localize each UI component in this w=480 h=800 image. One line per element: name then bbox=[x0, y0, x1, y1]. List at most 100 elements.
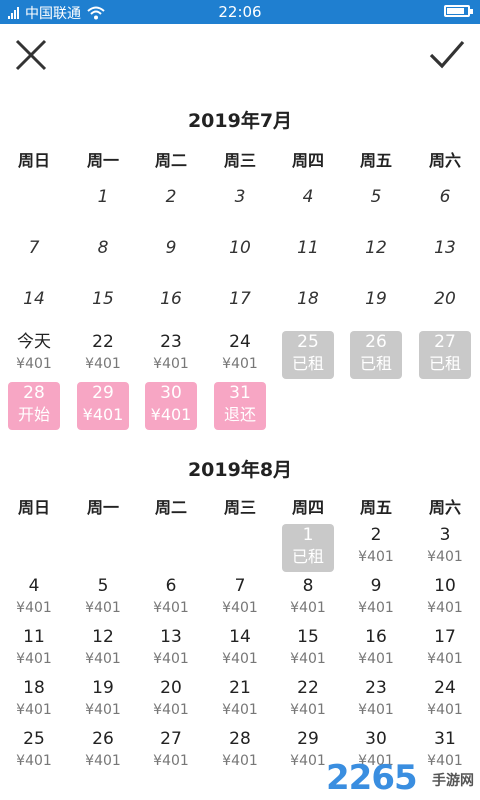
day-cell-past: 6 bbox=[419, 182, 471, 230]
day-cell-available[interactable]: 3 ¥401 bbox=[419, 524, 471, 572]
day-cell-available[interactable]: 2 ¥401 bbox=[350, 524, 402, 572]
day-number: 7 bbox=[28, 238, 40, 258]
day-number: 20 bbox=[434, 289, 456, 309]
day-number: 今天 bbox=[17, 332, 51, 352]
day-number: 19 bbox=[92, 678, 114, 698]
day-cell-past: 4 bbox=[282, 182, 334, 230]
month-title: 2019年8月 bbox=[187, 459, 293, 481]
day-number: 8 bbox=[97, 238, 109, 258]
site-watermark: 2265 手游网 bbox=[326, 758, 474, 798]
day-cell-available[interactable]: 21 ¥401 bbox=[214, 677, 266, 725]
day-number: 31 bbox=[434, 729, 456, 749]
day-cell-past: 5 bbox=[350, 182, 402, 230]
day-cell-available[interactable]: 15 ¥401 bbox=[282, 626, 334, 674]
day-number: 18 bbox=[23, 678, 45, 698]
weekday-header-row: 周日 周一 周二 周三 周四 周五 周六 bbox=[0, 494, 480, 518]
day-cell-rented: 1 已租 bbox=[282, 524, 334, 572]
day-cell-selected[interactable]: 29 ¥401 bbox=[77, 382, 129, 430]
day-number: 11 bbox=[297, 238, 319, 258]
close-icon[interactable] bbox=[14, 38, 48, 72]
day-price-or-status: ¥401 bbox=[427, 702, 463, 718]
day-cell-available[interactable]: 23 ¥401 bbox=[350, 677, 402, 725]
day-cell-past: 20 bbox=[419, 284, 471, 332]
day-cell-available[interactable]: 24 ¥401 bbox=[214, 331, 266, 379]
day-number: 4 bbox=[302, 187, 314, 207]
day-cell-available[interactable]: 19 ¥401 bbox=[77, 677, 129, 725]
day-cell-rented: 26 已租 bbox=[350, 331, 402, 379]
day-number: 25 bbox=[297, 332, 319, 352]
day-number: 2 bbox=[370, 525, 382, 545]
day-price-or-status: ¥401 bbox=[85, 356, 121, 372]
day-price-or-status: ¥401 bbox=[358, 651, 394, 667]
day-cell-available[interactable]: 26 ¥401 bbox=[77, 728, 129, 776]
day-cell-available[interactable]: 8 ¥401 bbox=[282, 575, 334, 623]
day-cell-past: 7 bbox=[8, 233, 60, 281]
watermark-caption: 手游网 bbox=[432, 773, 474, 789]
day-number: 5 bbox=[97, 576, 109, 596]
day-cell-past: 17 bbox=[214, 284, 266, 332]
weekday-header: 周一 bbox=[86, 151, 119, 170]
weekday-header: 周五 bbox=[359, 498, 392, 517]
day-cell-available[interactable]: 14 ¥401 bbox=[214, 626, 266, 674]
day-cell-selected[interactable]: 28 开始 bbox=[8, 382, 60, 430]
day-cell-available[interactable]: 11 ¥401 bbox=[8, 626, 60, 674]
day-cell-available[interactable]: 5 ¥401 bbox=[77, 575, 129, 623]
day-cell-available[interactable]: 18 ¥401 bbox=[8, 677, 60, 725]
day-price-or-status: 退还 bbox=[223, 405, 256, 424]
day-cell-past: 15 bbox=[77, 284, 129, 332]
day-number: 16 bbox=[365, 627, 387, 647]
day-cell-available[interactable]: 6 ¥401 bbox=[145, 575, 197, 623]
day-number: 10 bbox=[434, 576, 456, 596]
day-number: 27 bbox=[160, 729, 182, 749]
day-cell-past: 2 bbox=[145, 182, 197, 230]
day-cell-past: 11 bbox=[282, 233, 334, 281]
day-number: 8 bbox=[302, 576, 314, 596]
day-cell-available[interactable]: 22 ¥401 bbox=[282, 677, 334, 725]
day-price-or-status: ¥401 bbox=[85, 600, 121, 616]
weekday-header: 周二 bbox=[154, 498, 187, 517]
day-cell-selected[interactable]: 31 退还 bbox=[214, 382, 266, 430]
day-price-or-status: ¥401 bbox=[358, 549, 394, 565]
day-number: 26 bbox=[365, 332, 387, 352]
day-number: 6 bbox=[165, 576, 177, 596]
day-number: 12 bbox=[365, 238, 387, 258]
day-cell-available[interactable]: 16 ¥401 bbox=[350, 626, 402, 674]
day-cell-past: 9 bbox=[145, 233, 197, 281]
weekday-header: 周日 bbox=[17, 498, 50, 517]
day-cell-available[interactable]: 22 ¥401 bbox=[77, 331, 129, 379]
day-cell-available[interactable]: 20 ¥401 bbox=[145, 677, 197, 725]
day-number: 12 bbox=[92, 627, 114, 647]
day-cell-available[interactable]: 28 ¥401 bbox=[214, 728, 266, 776]
day-price-or-status: ¥401 bbox=[222, 702, 258, 718]
day-price-or-status: ¥401 bbox=[16, 356, 52, 372]
day-price-or-status: ¥401 bbox=[85, 753, 121, 769]
month-title: 2019年7月 bbox=[187, 110, 293, 132]
day-cell-available[interactable]: 17 ¥401 bbox=[419, 626, 471, 674]
day-price-or-status: 已租 bbox=[359, 354, 392, 373]
day-cell-available[interactable]: 24 ¥401 bbox=[419, 677, 471, 725]
day-price-or-status: 开始 bbox=[17, 405, 50, 424]
checkmark-icon[interactable] bbox=[428, 38, 466, 72]
day-price-or-status: ¥401 bbox=[153, 702, 189, 718]
day-cell-available[interactable]: 27 ¥401 bbox=[145, 728, 197, 776]
day-cell-available[interactable]: 25 ¥401 bbox=[8, 728, 60, 776]
day-cell-available[interactable]: 13 ¥401 bbox=[145, 626, 197, 674]
day-price-or-status: ¥401 bbox=[427, 600, 463, 616]
battery-icon bbox=[444, 5, 473, 17]
day-cell-past: 16 bbox=[145, 284, 197, 332]
day-cell-available[interactable]: 23 ¥401 bbox=[145, 331, 197, 379]
day-number: 28 bbox=[229, 729, 251, 749]
day-cell-available[interactable]: 今天 ¥401 bbox=[8, 331, 60, 379]
day-number: 4 bbox=[28, 576, 40, 596]
day-cell-available[interactable]: 7 ¥401 bbox=[214, 575, 266, 623]
day-cell-available[interactable]: 12 ¥401 bbox=[77, 626, 129, 674]
day-price-or-status: ¥401 bbox=[222, 356, 258, 372]
day-cell-available[interactable]: 4 ¥401 bbox=[8, 575, 60, 623]
day-cell-available[interactable]: 10 ¥401 bbox=[419, 575, 471, 623]
watermark-logo: 2265 bbox=[326, 758, 418, 798]
day-number: 23 bbox=[160, 332, 182, 352]
day-cell-selected[interactable]: 30 ¥401 bbox=[145, 382, 197, 430]
day-cell-available[interactable]: 9 ¥401 bbox=[350, 575, 402, 623]
day-number: 17 bbox=[434, 627, 456, 647]
day-price-or-status: ¥401 bbox=[153, 651, 189, 667]
